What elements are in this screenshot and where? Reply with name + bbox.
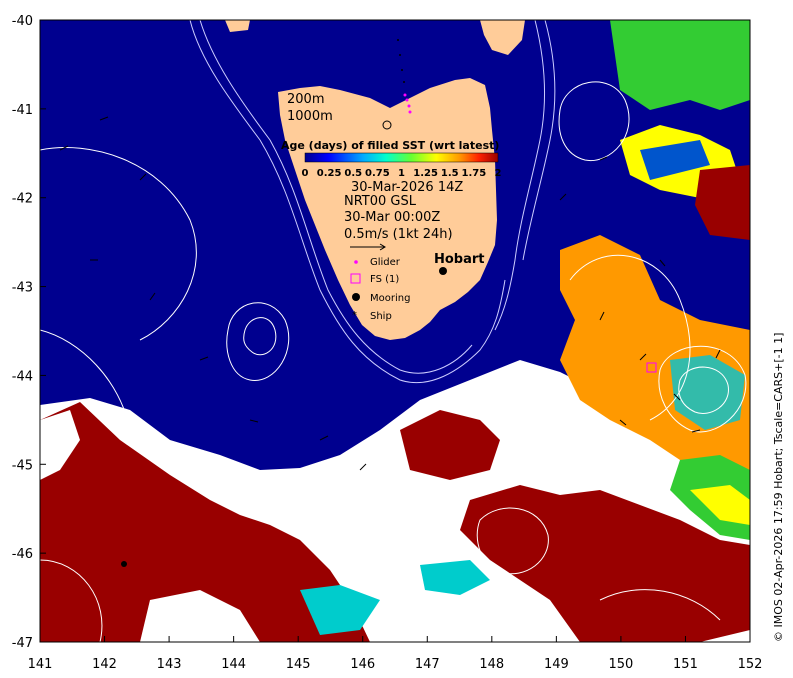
legend-depth-1000: 1000m	[287, 109, 333, 124]
x-tick-label: 147	[415, 657, 440, 672]
sst-map: 141 142 143 144 145 146 147 148 149 150 151 152 -40…	[12, 14, 763, 672]
y-tick-label: -44	[12, 369, 33, 384]
legend-scale: 0.5m/s (1kt 24h)	[344, 227, 453, 242]
colorbar-tick-label: 0.25	[317, 168, 342, 179]
legend-depth-200: 200m	[287, 92, 324, 107]
colorbar-ticks: 0 0.25 0.5 0.75 1 1.25 1.5 1.75 2	[302, 168, 502, 179]
x-tick-label: 144	[221, 657, 246, 672]
y-tick-label: -40	[12, 14, 33, 29]
x-tick-label: 143	[157, 657, 182, 672]
hobart-label: Hobart	[434, 252, 485, 267]
colorbar-tick-label: 1.5	[441, 168, 459, 179]
colorbar-tick-label: 1.25	[413, 168, 438, 179]
y-tick-label: -45	[12, 458, 33, 473]
x-tick-label: 148	[479, 657, 504, 672]
colorbar-tick-label: 2	[495, 168, 502, 179]
x-tick-label: 151	[673, 657, 698, 672]
y-tick-label: -43	[12, 281, 33, 296]
y-tick-label: -47	[12, 636, 33, 651]
x-tick-label: 150	[608, 657, 633, 672]
legend-product: NRT00 GSL	[344, 194, 417, 209]
x-tick-label: 141	[28, 657, 53, 672]
colorbar-tick-label: 0	[302, 168, 309, 179]
x-tick-label: 149	[544, 657, 569, 672]
colorbar-tick-label: 0.75	[365, 168, 390, 179]
y-tick-label: -42	[12, 192, 33, 207]
mooring-legend-icon	[352, 293, 360, 301]
colorbar-tick-label: 1.75	[462, 168, 487, 179]
legend-mooring: Mooring	[370, 293, 410, 304]
mooring-marker	[439, 267, 447, 275]
plot-area	[40, 20, 750, 642]
x-tick-label: 142	[92, 657, 117, 672]
legend-glider: Glider	[370, 257, 401, 268]
legend-ship: Ship	[370, 311, 392, 322]
legend-fs: FS (1)	[370, 274, 399, 285]
credit-text: © IMOS 02-Apr-2026 17:59 Hobart; Tscale=…	[772, 332, 785, 642]
legend-date: 30-Mar-2026 14Z	[351, 180, 463, 195]
mooring-marker	[121, 561, 127, 567]
x-tick-label: 152	[738, 657, 763, 672]
colorbar	[304, 152, 499, 163]
x-tick-label: 146	[350, 657, 375, 672]
colorbar-title: Age (days) of filled SST (wrt latest)	[281, 139, 499, 152]
glider-legend-icon	[354, 260, 358, 264]
green-region-east	[610, 20, 750, 110]
legend-current-time: 30-Mar 00:00Z	[344, 210, 440, 225]
y-tick-label: -41	[12, 103, 33, 118]
ship-legend-icon: *	[352, 310, 357, 321]
y-tick-label: -46	[12, 547, 33, 562]
colorbar-tick-label: 0.5	[344, 168, 362, 179]
colorbar-tick-label: 1	[398, 168, 405, 179]
x-tick-label: 145	[286, 657, 311, 672]
